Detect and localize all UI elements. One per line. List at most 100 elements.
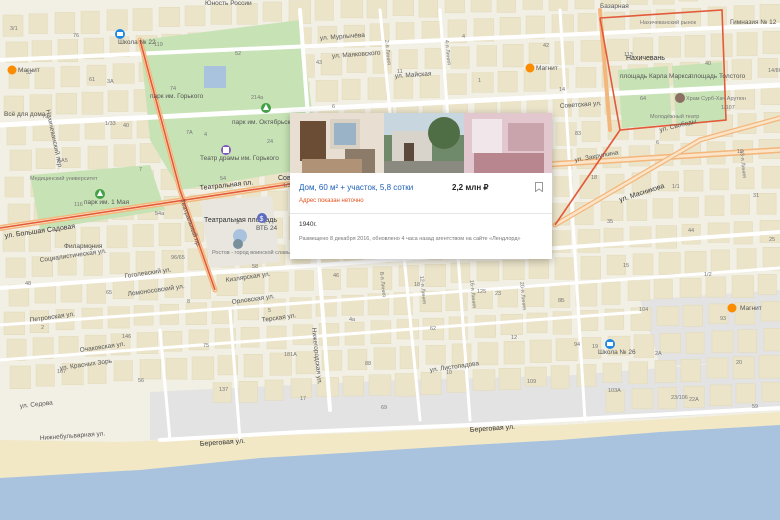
city-block bbox=[685, 331, 705, 354]
park-1-maya-icon[interactable] bbox=[95, 189, 105, 199]
city-block bbox=[106, 225, 128, 249]
theatre-icon[interactable] bbox=[221, 145, 231, 155]
city-block bbox=[113, 144, 136, 167]
church-icon[interactable] bbox=[675, 93, 685, 103]
city-block bbox=[762, 31, 780, 54]
city-block bbox=[54, 12, 76, 34]
house-number: 1 bbox=[478, 78, 481, 84]
listing-photo-1[interactable] bbox=[290, 113, 384, 173]
house-number: 3А bbox=[107, 79, 114, 85]
shop-icon[interactable] bbox=[7, 65, 17, 75]
house-number: 83 bbox=[575, 131, 581, 137]
city-block bbox=[658, 252, 681, 275]
city-block bbox=[652, 0, 675, 5]
city-block bbox=[632, 253, 654, 275]
house-number: 31 bbox=[753, 193, 759, 199]
city-block bbox=[678, 0, 698, 2]
city-block bbox=[496, 0, 516, 13]
city-block bbox=[626, 199, 648, 221]
house-number: 48 bbox=[25, 281, 31, 287]
house-number: 8 bbox=[187, 299, 190, 305]
city-map[interactable]: ул. Маяковского ул. Мурлычёва ул. Майска… bbox=[0, 0, 780, 520]
house-number: 14/86 bbox=[768, 68, 780, 74]
bank-icon[interactable]: $ bbox=[257, 213, 267, 223]
city-block bbox=[529, 339, 552, 363]
city-block bbox=[522, 0, 543, 10]
listing-photo-3[interactable] bbox=[464, 113, 552, 173]
house-number: 17 bbox=[300, 396, 306, 402]
city-block bbox=[106, 9, 128, 31]
listing-price: 2,2 млн ₽ bbox=[452, 183, 489, 192]
city-block bbox=[574, 0, 595, 10]
city-block bbox=[523, 69, 546, 92]
city-block bbox=[760, 301, 780, 322]
house-number: 107 bbox=[57, 369, 66, 375]
bookmark-icon[interactable] bbox=[535, 182, 543, 192]
school-26-icon[interactable] bbox=[605, 339, 615, 349]
label-teatr-molod: Молодёжный театр bbox=[650, 113, 699, 120]
listing-photo-2[interactable] bbox=[384, 113, 464, 173]
city-block bbox=[502, 44, 524, 68]
house-number: 3/1 bbox=[10, 26, 18, 32]
city-block bbox=[373, 347, 396, 370]
house-number: 74 bbox=[170, 86, 176, 92]
house-number: 35 bbox=[607, 219, 613, 225]
label-pl-tolstogo: площадь Толстого bbox=[690, 73, 746, 80]
city-block bbox=[419, 74, 440, 99]
city-block bbox=[139, 359, 162, 380]
house-number: 69 bbox=[381, 405, 387, 411]
city-block bbox=[112, 63, 135, 84]
house-number: 64 bbox=[640, 96, 646, 102]
city-block bbox=[497, 71, 518, 93]
city-block bbox=[264, 379, 284, 401]
house-number: 119 bbox=[154, 42, 163, 48]
city-block bbox=[55, 93, 77, 115]
house-number: 24 bbox=[267, 139, 273, 145]
label-park-1-maya: парк им. 1 Мая bbox=[84, 199, 130, 206]
city-block bbox=[477, 342, 499, 366]
label-magnit3: Магнит bbox=[740, 305, 762, 312]
listing-popup[interactable]: Дом, 60 м² + участок, 5,8 сотки 2,2 млн … bbox=[290, 113, 552, 259]
city-block bbox=[503, 341, 525, 365]
shop-icon-2[interactable] bbox=[525, 63, 535, 73]
school-icon[interactable] bbox=[115, 29, 125, 39]
house-number: 79 bbox=[42, 114, 48, 120]
city-block bbox=[682, 304, 703, 327]
city-block bbox=[575, 67, 597, 88]
house-number: 2А bbox=[655, 351, 662, 357]
city-block bbox=[158, 6, 180, 27]
label-teatr-dramy: Театр драмы им. Горького bbox=[200, 155, 279, 162]
park-icon[interactable] bbox=[261, 103, 271, 113]
house-number: 6 bbox=[656, 140, 659, 146]
house-number: 65 bbox=[106, 290, 112, 296]
house-number: 109 bbox=[527, 379, 536, 385]
shop-icon-3[interactable] bbox=[727, 303, 737, 313]
city-block bbox=[418, 0, 438, 18]
city-block bbox=[394, 373, 417, 397]
city-block bbox=[655, 225, 677, 249]
city-block bbox=[601, 281, 621, 305]
monument-icon[interactable] bbox=[233, 239, 243, 249]
house-number: 113 bbox=[624, 52, 633, 58]
house-number: 54 bbox=[220, 176, 226, 182]
city-block bbox=[295, 351, 316, 375]
listing-title[interactable]: Дом, 60 м² + участок, 5,8 сотки bbox=[299, 183, 413, 192]
city-block bbox=[710, 249, 730, 273]
house-number: 32 bbox=[26, 70, 32, 76]
city-block bbox=[346, 267, 368, 288]
city-block bbox=[679, 277, 702, 298]
city-block bbox=[184, 5, 206, 27]
city-block bbox=[711, 330, 734, 353]
listing-photos[interactable] bbox=[290, 113, 552, 173]
house-number: 18 bbox=[414, 282, 420, 288]
city-block bbox=[445, 73, 467, 95]
city-block bbox=[80, 10, 100, 34]
city-block bbox=[444, 0, 466, 14]
divider bbox=[290, 213, 552, 214]
city-block bbox=[627, 280, 651, 301]
house-number: 8Б bbox=[558, 298, 565, 304]
city-block bbox=[87, 145, 108, 170]
city-block bbox=[680, 358, 701, 382]
pond bbox=[204, 66, 226, 88]
city-block bbox=[107, 90, 129, 112]
